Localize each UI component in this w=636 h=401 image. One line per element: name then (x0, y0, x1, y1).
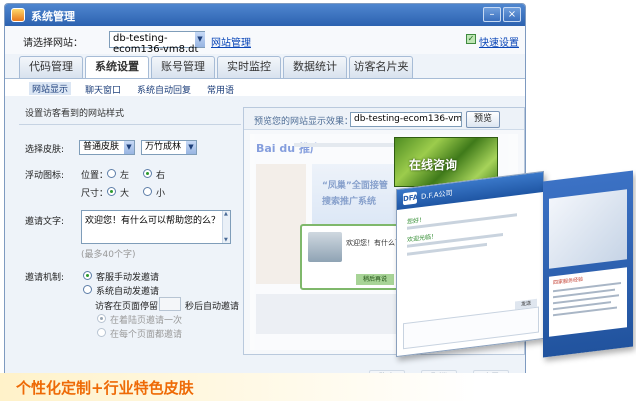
every-page-radio[interactable] (97, 328, 106, 337)
preview-url-input[interactable]: db-testing-ecom136-vm8.d (350, 112, 462, 127)
checkmark-icon[interactable]: ✓ (466, 34, 476, 44)
skin-select[interactable]: 普通皮肤 ▼ (79, 140, 135, 155)
skin-style-select-value: 万竹成林 (145, 142, 182, 152)
settings-form: 设置访客看到的网站样式 选择皮肤: 普通皮肤 ▼ 万竹成林 ▼ 浮动图标: 位置… (19, 102, 241, 350)
size-label: 尺寸： (81, 189, 109, 199)
preview-banner-line2: 搜索推广系统 (322, 197, 377, 207)
preview-label: 预览您的网站显示效果： (254, 117, 354, 127)
title-bar[interactable]: 系统管理 – × (5, 4, 525, 26)
company-logo: DFA (403, 191, 419, 206)
size-small-label: 小 (156, 189, 166, 199)
stay-prefix-label: 访客在页面停留 (95, 302, 159, 312)
tab-realtime-monitor[interactable]: 实时监控 (217, 56, 281, 78)
tab-statistics[interactable]: 数据统计 (283, 56, 347, 78)
tab-visitor-cards[interactable]: 访客名片夹 (349, 56, 413, 78)
size-large-label: 大 (120, 189, 130, 199)
site-manage-link[interactable]: 网站管理 (211, 34, 251, 49)
invite-popup-preview: 欢迎您！有什么可 稍后再说 (300, 224, 404, 290)
every-page-label: 在每个页面都邀请 (110, 330, 183, 340)
tab-system-settings[interactable]: 系统设置 (85, 56, 149, 79)
invite-text-value: 欢迎您！有什么可以帮助您的么？ (85, 216, 221, 226)
quick-settings-link[interactable]: 快速设置 (479, 34, 519, 49)
position-label: 位置： (81, 171, 109, 181)
once-per-visit-label: 在着陆页邀请一次 (110, 316, 183, 326)
size-large-radio[interactable] (107, 187, 116, 196)
window-title: 系统管理 (31, 10, 75, 23)
manual-invite-label: 客服手动发邀请 (96, 273, 160, 283)
chat-window-mockup: DFA D.F.A公司 您好！ 欢迎光临！ 发送 (396, 170, 544, 358)
skin-select-value: 普通皮肤 (83, 142, 120, 152)
side-photo (549, 189, 627, 269)
site-select-label: 请选择网站： (23, 38, 83, 49)
textarea-scrollbar[interactable] (222, 211, 230, 243)
slogan: 个性化定制+行业特色皮肤 (16, 379, 194, 397)
size-small-radio[interactable] (143, 187, 152, 196)
position-left-radio[interactable] (107, 169, 116, 178)
section-caption: 设置访客看到的网站样式 (25, 109, 125, 119)
skin-style-select[interactable]: 万竹成林 ▼ (141, 140, 197, 155)
position-right-radio[interactable] (143, 169, 152, 178)
once-per-visit-radio[interactable] (97, 314, 106, 323)
preview-header: 预览您的网站显示效果： db-testing-ecom136-vm8.d 预览 (244, 108, 524, 130)
online-consult-text: 在线咨询 (409, 158, 458, 172)
preview-button[interactable]: 预览 (466, 111, 500, 128)
app-logo-icon (11, 8, 25, 22)
subtab-site-display[interactable]: 网站显示 (29, 82, 72, 95)
side-text-block: 四家服务经验 (549, 267, 627, 337)
auto-invite-radio[interactable] (83, 285, 92, 294)
preview-banner-line1: “凤巢”全面接管 (322, 181, 388, 191)
chevron-down-icon[interactable]: ▼ (186, 141, 196, 154)
manual-invite-radio[interactable] (83, 271, 92, 280)
tab-account-management[interactable]: 账号管理 (151, 56, 215, 78)
invite-popup-message: 欢迎您！有什么可 (346, 239, 402, 247)
site-selector-row: 请选择网站： db-testing-ecom136-vm8.dt ▼ 网站管理 … (5, 26, 525, 55)
agent-photo (308, 232, 342, 262)
sub-tabs: 网站显示 聊天窗口 系统自动回复 常用语 (5, 78, 525, 96)
chat-title: D.F.A公司 (421, 189, 453, 202)
tab-code-management[interactable]: 代码管理 (19, 56, 83, 78)
stay-seconds-input[interactable] (159, 297, 181, 311)
side-highlight-text: 四家服务经验 (553, 276, 584, 287)
skin-label: 选择皮肤: (25, 145, 65, 155)
close-button[interactable]: × (503, 7, 521, 22)
float-icon-label: 浮动图标: (25, 171, 65, 181)
chevron-down-icon[interactable]: ▼ (195, 32, 205, 47)
subtab-auto-reply[interactable]: 系统自动回复 (137, 83, 191, 96)
stay-suffix-label: 秒后自动邀请 (185, 302, 240, 312)
divider (19, 124, 241, 125)
subtab-common-phrases[interactable]: 常用语 (207, 83, 234, 96)
invite-text-input[interactable]: 欢迎您！有什么可以帮助您的么？ (81, 210, 231, 244)
char-limit-hint: (最多40个字) (81, 250, 136, 260)
slogan-bar: 个性化定制+行业特色皮肤 (0, 373, 636, 401)
chevron-down-icon[interactable]: ▼ (124, 141, 134, 154)
side-panel-mockup: 四家服务经验 (543, 170, 633, 358)
invite-mechanism-label: 邀请机制: (25, 273, 65, 283)
invite-text-label: 邀请文字: (25, 217, 65, 227)
invite-later-button: 稍后再说 (356, 274, 394, 285)
position-right-label: 右 (156, 171, 166, 181)
minimize-button[interactable]: – (483, 7, 501, 22)
site-select[interactable]: db-testing-ecom136-vm8.dt (109, 31, 205, 55)
position-left-label: 左 (120, 171, 130, 181)
subtab-chat-window[interactable]: 聊天窗口 (85, 83, 121, 96)
preview-sidebar (256, 164, 306, 284)
auto-invite-label: 系统自动发邀请 (96, 287, 160, 297)
